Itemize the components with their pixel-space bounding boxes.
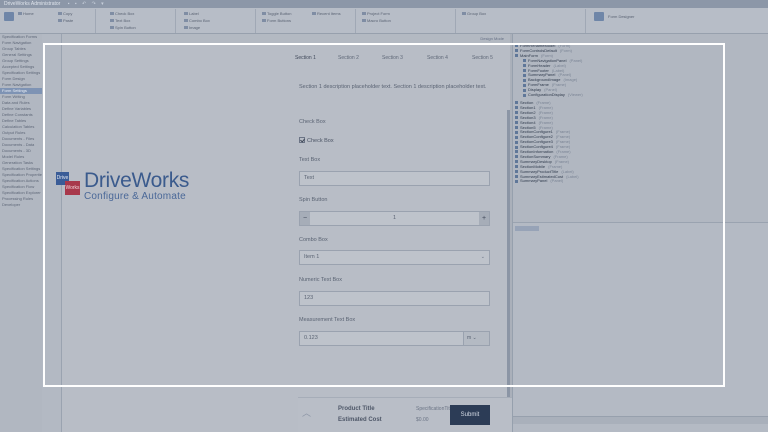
quick-access-toolbar[interactable]: ▪ ▪ ↶ ↷ ▾ [68,0,106,8]
estimated-cost-label: Estimated Cost [338,417,382,423]
project-navigation-tree: Specification Forms Form Navigation Grou… [0,34,42,432]
ribbon-button-group-box[interactable]: Group Box [462,11,486,16]
label-icon [184,12,188,16]
macro-icon [362,19,366,23]
home-icon[interactable] [4,12,14,21]
ribbon-button-home[interactable]: Home [18,11,34,16]
product-title-label: Product Title [338,406,375,412]
combo-icon [184,19,188,23]
form-preview-frame [43,43,725,387]
ribbon-button-spin[interactable]: Spin Button [110,25,136,30]
ribbon-button-toggle[interactable]: Toggle Button [262,11,291,16]
paste-icon [58,19,62,23]
product-title-value: SpecificationTitle [416,406,454,412]
ribbon-group-controls-2: Label Combo Box Image [176,9,256,33]
window-titlebar: DriveWorks Administrator ▪ ▪ ↶ ↷ ▾ [0,0,768,8]
ribbon-button-macro[interactable]: Macro Button [362,18,391,23]
check-box-icon [110,12,114,16]
ribbon-button-copy[interactable]: Copy [58,11,72,16]
stage-mode-label: Design Mode [480,36,504,41]
estimated-cost-value: $0.00 [416,417,429,423]
ribbon-group-controls-3: Toggle Button Form Buttons Recent Items [256,9,356,33]
ribbon-button-recent[interactable]: Recent Items [312,11,341,16]
right-panel-statusbar [513,416,768,424]
submit-button[interactable]: Submit [450,405,490,425]
ribbon-button-form-buttons[interactable]: Form Buttons [262,18,291,23]
ribbon-button-check-box[interactable]: Check Box [110,11,134,16]
ribbon-group-controls-1: Check Box Text Box Spin Button [96,9,176,33]
form-designer-icon[interactable] [594,12,604,21]
tree-item[interactable]: Developer [0,202,42,208]
ribbon-button-text-box[interactable]: Text Box [110,18,130,23]
ribbon-button-combo[interactable]: Combo Box [184,18,210,23]
ribbon-group-controls-4: Project Form Macro Button [356,9,456,33]
ribbon-button-label[interactable]: Label [184,11,199,16]
ribbon-group-designer: Form Designer [586,9,768,33]
toggle-icon [262,12,266,16]
ribbon-group-controls-5: Group Box [456,9,586,33]
app-title: DriveWorks Administrator [4,1,61,7]
ribbon-button-project-form[interactable]: Project Form [362,11,390,16]
home-small-icon [18,12,22,16]
copy-icon [58,12,62,16]
recent-icon [312,12,316,16]
spin-icon [110,26,114,30]
image-icon [184,26,188,30]
group-box-icon [462,12,466,16]
ribbon-group-clipboard: Home Copy Paste [0,9,96,33]
ribbon: Home Copy Paste Check Box Text Box Spin … [0,8,768,34]
chevron-up-icon[interactable]: ︿ [302,406,311,419]
form-buttons-icon [262,19,266,23]
project-form-icon [362,12,366,16]
text-box-icon [110,19,114,23]
ribbon-button-image[interactable]: Image [184,25,200,30]
ribbon-button-form-designer[interactable]: Form Designer [608,14,634,19]
ribbon-button-paste[interactable]: Paste [58,18,73,23]
